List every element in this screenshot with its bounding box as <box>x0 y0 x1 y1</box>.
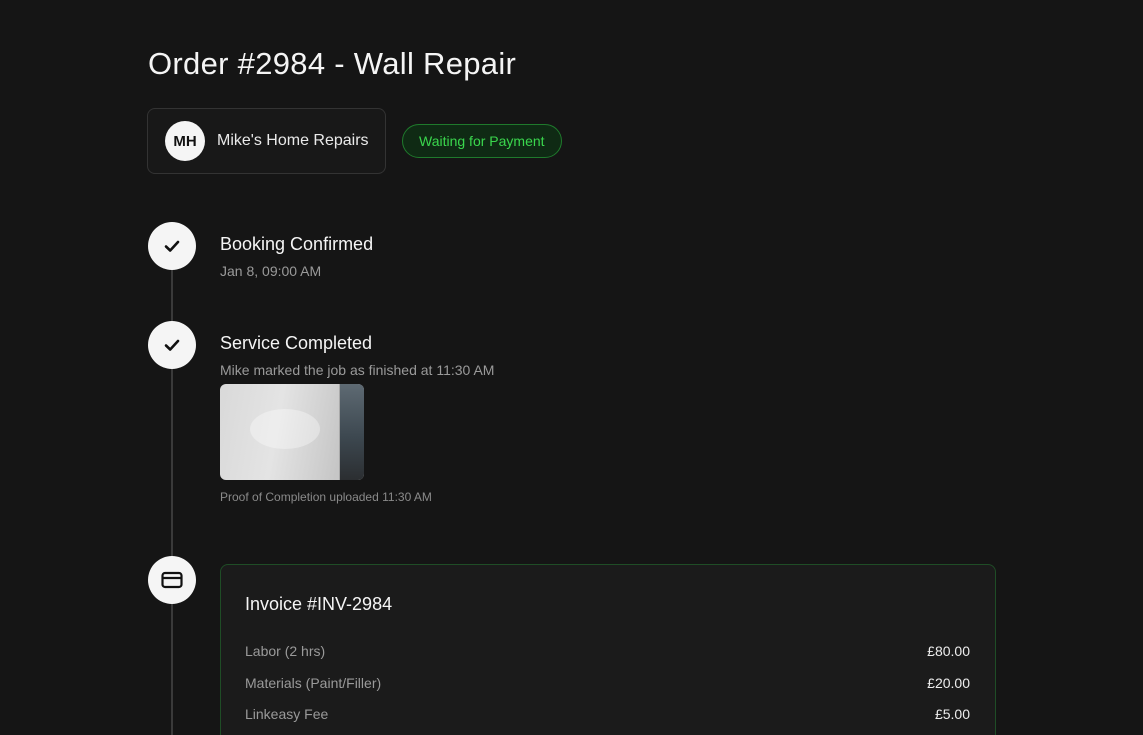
credit-card-icon <box>148 556 196 604</box>
timeline-line <box>171 246 173 735</box>
provider-name: Mike's Home Repairs <box>217 132 369 149</box>
page-title: Order #2984 - Wall Repair <box>148 46 517 81</box>
photo-door-frame <box>340 384 364 480</box>
line-item-amount: £80.00 <box>927 643 970 659</box>
invoice-line-item: Materials (Paint/Filler) £20.00 <box>245 673 970 693</box>
line-item-amount: £5.00 <box>934 706 970 722</box>
status-badge: Waiting for Payment <box>402 124 562 158</box>
line-item-label: Labor (2 hrs) <box>245 643 326 659</box>
line-item-label: Linkeasy Fee <box>245 706 329 722</box>
proof-of-completion-photo[interactable] <box>220 384 364 480</box>
line-item-label: Materials (Paint/Filler) <box>245 675 382 691</box>
step-title-service-completed: Service Completed <box>220 333 373 353</box>
invoice-card: Invoice #INV-2984 Labor (2 hrs) £80.00 M… <box>220 564 996 735</box>
check-icon <box>148 222 196 270</box>
avatar: MH <box>165 121 205 161</box>
check-icon <box>148 321 196 369</box>
invoice-title: Invoice #INV-2984 <box>245 594 393 614</box>
provider-card[interactable]: MH Mike's Home Repairs <box>147 108 386 174</box>
step-subtitle-booking-confirmed: Jan 8, 09:00 AM <box>220 263 322 279</box>
photo-wall-smudge <box>250 409 320 449</box>
order-page: Order #2984 - Wall Repair MH Mike's Home… <box>0 0 1143 735</box>
line-item-amount: £20.00 <box>927 675 970 691</box>
proof-caption: Proof of Completion uploaded 11:30 AM <box>220 490 432 504</box>
step-subtitle-service-completed: Mike marked the job as finished at 11:30… <box>220 362 495 378</box>
step-title-booking-confirmed: Booking Confirmed <box>220 234 374 254</box>
invoice-line-item: Linkeasy Fee £5.00 <box>245 704 970 724</box>
invoice-line-item: Labor (2 hrs) £80.00 <box>245 641 970 661</box>
